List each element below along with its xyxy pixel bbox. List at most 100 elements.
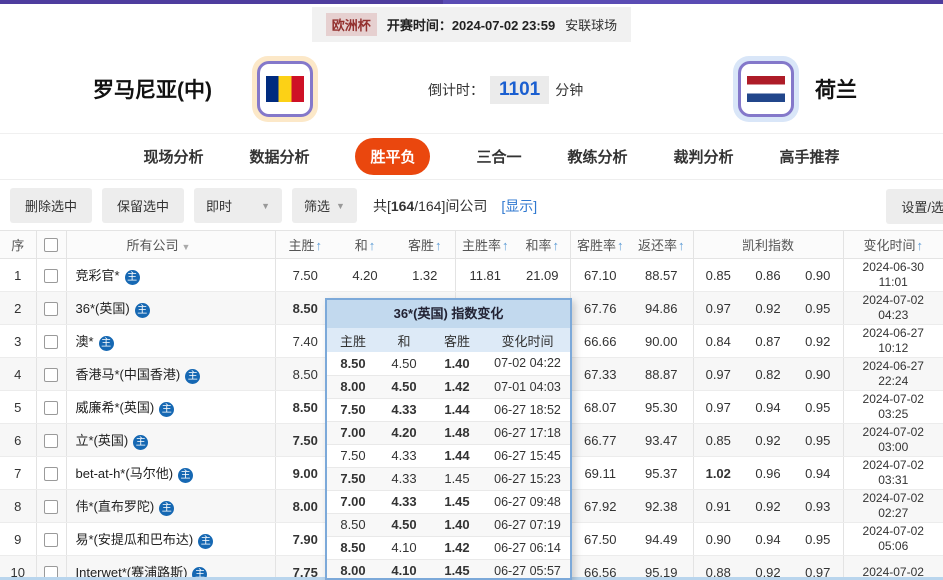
sort-up-icon: ↑ <box>435 238 442 253</box>
popup-away-odds: 1.40 <box>429 513 485 536</box>
match-info-bar: 欧洲杯 开赛时间：2024-07-02 23:59 安联球场 <box>0 4 943 44</box>
kelly-home: 0.97 <box>693 292 743 325</box>
company-cell[interactable]: 伟*(直布罗陀)主 <box>66 490 275 523</box>
header-company[interactable]: 所有公司▼ <box>66 231 275 259</box>
main-badge-icon: 主 <box>185 369 200 384</box>
row-seq: 1 <box>0 259 36 292</box>
popup-draw-odds: 4.10 <box>379 559 429 580</box>
header-draw-rate[interactable]: 和率↑ <box>515 231 570 259</box>
row-seq: 8 <box>0 490 36 523</box>
header-change-time[interactable]: 变化时间↑ <box>843 231 943 259</box>
main-badge-icon: 主 <box>125 270 140 285</box>
popup-row: 8.004.101.4506-27 05:57 <box>327 559 570 580</box>
league-badge[interactable]: 欧洲杯 <box>326 13 377 36</box>
header-return-rate[interactable]: 返还率↑ <box>630 231 693 259</box>
popup-home-odds: 8.00 <box>327 559 379 580</box>
header-home-rate[interactable]: 主胜率↑ <box>455 231 515 259</box>
row-checkbox-cell <box>36 424 66 457</box>
popup-row: 7.504.331.4506-27 15:23 <box>327 467 570 490</box>
header-away-odds[interactable]: 客胜↑ <box>395 231 455 259</box>
away-rate: 67.33 <box>570 358 630 391</box>
header-home-odds[interactable]: 主胜↑ <box>275 231 335 259</box>
instant-dropdown[interactable]: 即时 ▼ <box>194 188 282 223</box>
home-flag-box <box>257 61 313 117</box>
popup-change-time: 07-01 04:03 <box>485 375 570 398</box>
company-cell[interactable]: 香港马*(中国香港) 主 <box>66 358 275 391</box>
company-cell[interactable]: bet-at-h*(马尔他)主 <box>66 457 275 490</box>
company-name: 香港马*(中国香港) <box>76 367 181 382</box>
away-rate: 68.07 <box>570 391 630 424</box>
row-checkbox[interactable] <box>44 269 58 283</box>
company-cell[interactable]: 澳*主 <box>66 325 275 358</box>
popup-change-time: 06-27 17:18 <box>485 421 570 444</box>
away-flag-box <box>738 61 794 117</box>
keep-selected-button[interactable]: 保留选中 <box>102 188 184 223</box>
tab-expert-recommend[interactable]: 高手推荐 <box>780 146 840 167</box>
popup-change-time: 06-27 07:19 <box>485 513 570 536</box>
top-accent-bar <box>0 0 943 4</box>
filter-dropdown[interactable]: 筛选 ▼ <box>292 188 357 223</box>
draw-odds: 4.20 <box>335 259 395 292</box>
row-checkbox[interactable] <box>44 302 58 316</box>
popup-home-odds: 7.50 <box>327 467 379 490</box>
company-cell[interactable]: 立*(英国)主 <box>66 424 275 457</box>
row-checkbox[interactable] <box>44 434 58 448</box>
popup-header-home: 主胜 <box>327 328 379 352</box>
main-badge-icon: 主 <box>159 501 174 516</box>
popup-home-odds: 7.00 <box>327 421 379 444</box>
home-odds[interactable]: 7.50 <box>275 259 335 292</box>
main-badge-icon: 主 <box>135 303 150 318</box>
countdown-label: 倒计时： <box>428 80 484 100</box>
select-all-checkbox[interactable] <box>44 238 58 252</box>
analysis-nav: 现场分析 数据分析 胜平负 三合一 教练分析 裁判分析 高手推荐 <box>0 134 943 180</box>
row-seq: 4 <box>0 358 36 391</box>
main-badge-icon: 主 <box>133 435 148 450</box>
company-cell[interactable]: 竞彩官*主 <box>66 259 275 292</box>
instant-dropdown-label: 即时 <box>206 196 232 215</box>
countdown: 倒计时： 1101 分钟 <box>428 76 583 104</box>
delete-selected-button[interactable]: 删除选中 <box>10 188 92 223</box>
tab-win-draw-lose[interactable]: 胜平负 <box>355 138 430 175</box>
sort-up-icon: ↑ <box>316 238 323 253</box>
company-cell[interactable]: 易*(安提瓜和巴布达)主 <box>66 523 275 556</box>
show-link[interactable]: [显示] <box>501 196 537 216</box>
row-checkbox[interactable] <box>44 368 58 382</box>
popup-table-body: 8.504.501.4007-02 04:228.004.501.4207-01… <box>327 352 570 580</box>
row-checkbox[interactable] <box>44 533 58 547</box>
away-flag-halo <box>733 56 799 122</box>
tab-data-analysis[interactable]: 数据分析 <box>249 146 309 167</box>
popup-row: 7.004.201.4806-27 17:18 <box>327 421 570 444</box>
page: 欧洲杯 开赛时间：2024-07-02 23:59 安联球场 罗马尼亚(中) 倒… <box>0 0 943 580</box>
row-checkbox[interactable] <box>44 500 58 514</box>
row-checkbox[interactable] <box>44 335 58 349</box>
return-rate: 95.37 <box>630 457 693 490</box>
kelly-away: 0.95 <box>793 424 843 457</box>
tab-coach-analysis[interactable]: 教练分析 <box>568 146 628 167</box>
popup-away-odds: 1.45 <box>429 559 485 580</box>
kelly-away: 0.93 <box>793 490 843 523</box>
popup-away-odds: 1.45 <box>429 490 485 513</box>
chevron-down-icon: ▼ <box>261 201 270 211</box>
tab-referee-analysis[interactable]: 裁判分析 <box>674 146 734 167</box>
row-checkbox-cell <box>36 490 66 523</box>
row-checkbox[interactable] <box>44 467 58 481</box>
popup-draw-odds: 4.50 <box>379 375 429 398</box>
settings-button[interactable]: 设置/选 <box>886 189 943 224</box>
row-checkbox-cell <box>36 358 66 391</box>
change-time: 2024-06-2710:12 <box>843 325 943 358</box>
row-seq: 9 <box>0 523 36 556</box>
popup-change-time: 07-02 04:22 <box>485 352 570 375</box>
header-draw-odds[interactable]: 和↑ <box>335 231 395 259</box>
popup-draw-odds: 4.20 <box>379 421 429 444</box>
popup-draw-odds: 4.33 <box>379 490 429 513</box>
company-cell[interactable]: 威廉希*(英国)主 <box>66 391 275 424</box>
tab-live-analysis[interactable]: 现场分析 <box>143 146 203 167</box>
company-cell[interactable]: 36*(英国)主 <box>66 292 275 325</box>
header-away-rate[interactable]: 客胜率↑ <box>570 231 630 259</box>
kelly-away: 0.90 <box>793 358 843 391</box>
match-info-box: 欧洲杯 开赛时间：2024-07-02 23:59 安联球场 <box>312 7 631 42</box>
popup-draw-odds: 4.10 <box>379 536 429 559</box>
tab-three-in-one[interactable]: 三合一 <box>476 146 521 167</box>
row-checkbox[interactable] <box>44 401 58 415</box>
change-time: 2024-07-0203:31 <box>843 457 943 490</box>
